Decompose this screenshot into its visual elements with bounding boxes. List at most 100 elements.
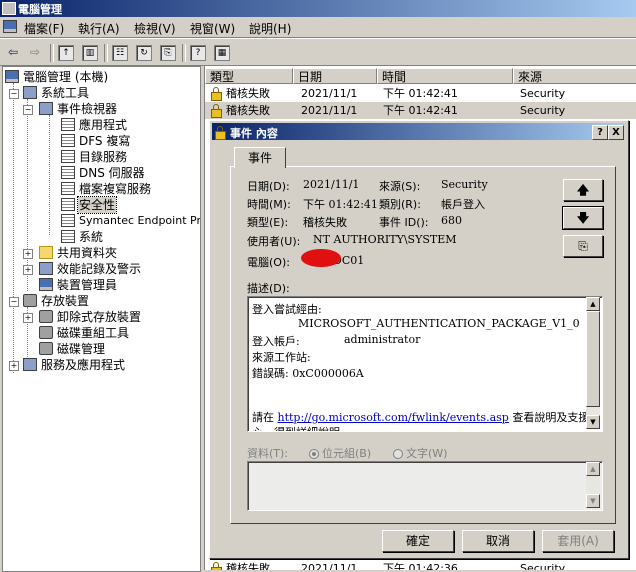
column-header-time[interactable]: 時間 <box>377 68 513 84</box>
tools-icon <box>23 86 37 99</box>
next-event-button[interactable]: 🡇 <box>562 206 604 230</box>
scroll-down-icon[interactable]: ▼ <box>586 494 600 508</box>
words-radio[interactable]: 文字(W) <box>393 445 447 461</box>
data-box[interactable]: ▲ ▼ <box>247 461 603 511</box>
tree-item-services[interactable]: 服務及應用程式 <box>23 357 126 373</box>
computer-label: 電腦(O): <box>247 256 290 269</box>
app-menu-icon[interactable] <box>3 20 17 33</box>
tree-item-system[interactable]: 系統 <box>61 229 104 245</box>
scroll-thumb[interactable] <box>586 311 600 407</box>
console-tree: 電腦管理 (本機) − 系統工具 − 事件檢視器 應用程式 DFS 複寫 目錄服… <box>2 66 201 572</box>
export-list-icon[interactable]: ⎘ <box>160 45 176 61</box>
dialog-title-bar[interactable]: 事件 內容 ? X <box>212 123 624 140</box>
tree-item-removable-storage[interactable]: 卸除式存放裝置 <box>39 309 142 325</box>
expand-toggle[interactable]: + <box>9 361 19 371</box>
tree-item-file-replication[interactable]: 檔案複寫服務 <box>61 181 152 197</box>
toolbar: ⇦ ⇨ ↑ ▥ ☷ ↻ ⎘ ? ▦ <box>0 38 636 66</box>
table-row[interactable]: 稽核失敗 2021/11/1 下午 01:42:41 Security <box>205 85 636 102</box>
menu-view[interactable]: 檢視(V) <box>134 20 176 37</box>
log-icon <box>61 134 75 147</box>
removable-storage-icon <box>39 310 53 323</box>
help-icon[interactable]: ? <box>190 45 206 61</box>
category-label: 類別(R): <box>379 198 421 211</box>
tree-item-perf-logs[interactable]: 效能記錄及警示 <box>39 261 142 277</box>
table-row[interactable]: 稽核失敗 2021/11/1 下午 01:42:36 Security <box>205 560 636 570</box>
tree-item-device-manager[interactable]: 裝置管理員 <box>39 277 118 293</box>
tab-event[interactable]: 事件 <box>234 147 286 168</box>
previous-event-button[interactable]: 🡅 <box>563 179 603 201</box>
refresh-icon[interactable]: ↻ <box>136 45 152 61</box>
collapse-toggle[interactable]: − <box>23 105 33 115</box>
expand-toggle[interactable]: + <box>23 249 33 259</box>
table-row[interactable]: 稽核失敗 2021/11/1 下午 01:42:41 Security <box>205 102 636 119</box>
log-icon <box>61 182 75 195</box>
window-title: 電腦管理 <box>18 3 62 16</box>
description-scrollbar[interactable]: ▲ ▼ <box>586 297 600 429</box>
menu-help[interactable]: 說明(H) <box>249 20 291 37</box>
event-properties-dialog: 事件 內容 ? X 事件 日期(D): 2021/11/1 來源(S): Sec… <box>209 120 629 559</box>
tree-item-shared-folders[interactable]: 共用資料夾 <box>39 245 118 261</box>
window-title-bar[interactable]: 電腦管理 <box>0 0 636 17</box>
tree-item-root[interactable]: 電腦管理 (本機) <box>5 69 109 85</box>
tree-item-directory-service[interactable]: 目錄服務 <box>61 149 128 165</box>
tree-item-dfs[interactable]: DFS 複寫 <box>61 133 131 149</box>
collapse-toggle[interactable]: − <box>9 297 19 307</box>
type-label: 類型(E): <box>247 216 289 229</box>
up-level-icon[interactable]: ↑ <box>58 45 74 61</box>
copy-button[interactable]: ⎘ <box>563 235 603 257</box>
menu-action[interactable]: 執行(A) <box>78 20 120 37</box>
log-icon <box>61 118 75 131</box>
cancel-button[interactable]: 取消 <box>462 530 534 552</box>
tree-item-storage[interactable]: 存放裝置 <box>23 293 90 309</box>
tree-item-application[interactable]: 應用程式 <box>61 117 128 133</box>
scroll-down-icon[interactable]: ▼ <box>586 415 600 429</box>
scroll-up-icon[interactable]: ▲ <box>586 462 600 476</box>
menu-window[interactable]: 視窗(W) <box>190 20 235 37</box>
computer-management-icon <box>2 2 16 15</box>
log-icon <box>61 198 75 211</box>
category-value: 帳戶登入 <box>441 198 485 211</box>
console-tree-icon[interactable]: ▦ <box>214 45 230 61</box>
tree-item-defrag[interactable]: 磁碟重組工具 <box>39 325 130 341</box>
show-hide-tree-icon[interactable]: ▥ <box>82 45 98 61</box>
tree-item-event-viewer[interactable]: 事件檢視器 <box>39 101 118 117</box>
lock-icon <box>211 87 222 101</box>
storage-icon <box>23 294 37 307</box>
services-icon <box>23 358 37 371</box>
lock-icon <box>211 562 222 570</box>
help-link[interactable]: http://go.microsoft.com/fwlink/events.as… <box>278 411 509 424</box>
log-icon <box>61 150 75 163</box>
column-header-date[interactable]: 日期 <box>293 68 377 84</box>
close-button[interactable]: X <box>608 125 624 140</box>
tree-item-symantec[interactable]: Symantec Endpoint Protection <box>61 213 200 229</box>
lock-icon <box>215 126 226 140</box>
log-icon <box>61 230 75 243</box>
tree-item-security[interactable]: 安全性 <box>61 196 118 214</box>
defrag-icon <box>39 326 53 339</box>
disk-icon <box>39 342 53 355</box>
data-scrollbar[interactable]: ▲ ▼ <box>586 462 600 508</box>
menu-file[interactable]: 檔案(F) <box>24 20 64 37</box>
column-header-type[interactable]: 類型 <box>205 68 293 84</box>
tree-item-dns-server[interactable]: DNS 伺服器 <box>61 165 146 181</box>
column-header-source[interactable]: 來源 <box>513 68 636 84</box>
tree-item-system-tools[interactable]: 系統工具 <box>23 85 90 101</box>
tree-item-disk-management[interactable]: 磁碟管理 <box>39 341 106 357</box>
bytes-radio[interactable]: 位元組(B) <box>309 445 371 461</box>
ok-button[interactable]: 確定 <box>382 530 454 552</box>
dialog-title: 事件 內容 <box>230 127 278 140</box>
scroll-up-icon[interactable]: ▲ <box>586 297 600 311</box>
expand-toggle[interactable]: + <box>23 265 33 275</box>
expand-toggle[interactable]: + <box>23 313 33 323</box>
forward-arrow-icon[interactable]: ⇨ <box>26 43 44 61</box>
back-arrow-icon[interactable]: ⇦ <box>4 43 22 61</box>
folder-icon <box>39 246 53 259</box>
description-box[interactable]: 登入嘗試經由: MICROSOFT_AUTHENTICATION_PACKAGE… <box>247 296 603 432</box>
properties-icon[interactable]: ☷ <box>112 45 128 61</box>
source-label: 來源(S): <box>379 180 421 193</box>
radio-icon <box>309 449 319 459</box>
data-label: 資料(T): <box>247 447 289 460</box>
help-button[interactable]: ? <box>592 125 608 140</box>
collapse-toggle[interactable]: − <box>9 89 19 99</box>
apply-button[interactable]: 套用(A) <box>542 530 614 552</box>
